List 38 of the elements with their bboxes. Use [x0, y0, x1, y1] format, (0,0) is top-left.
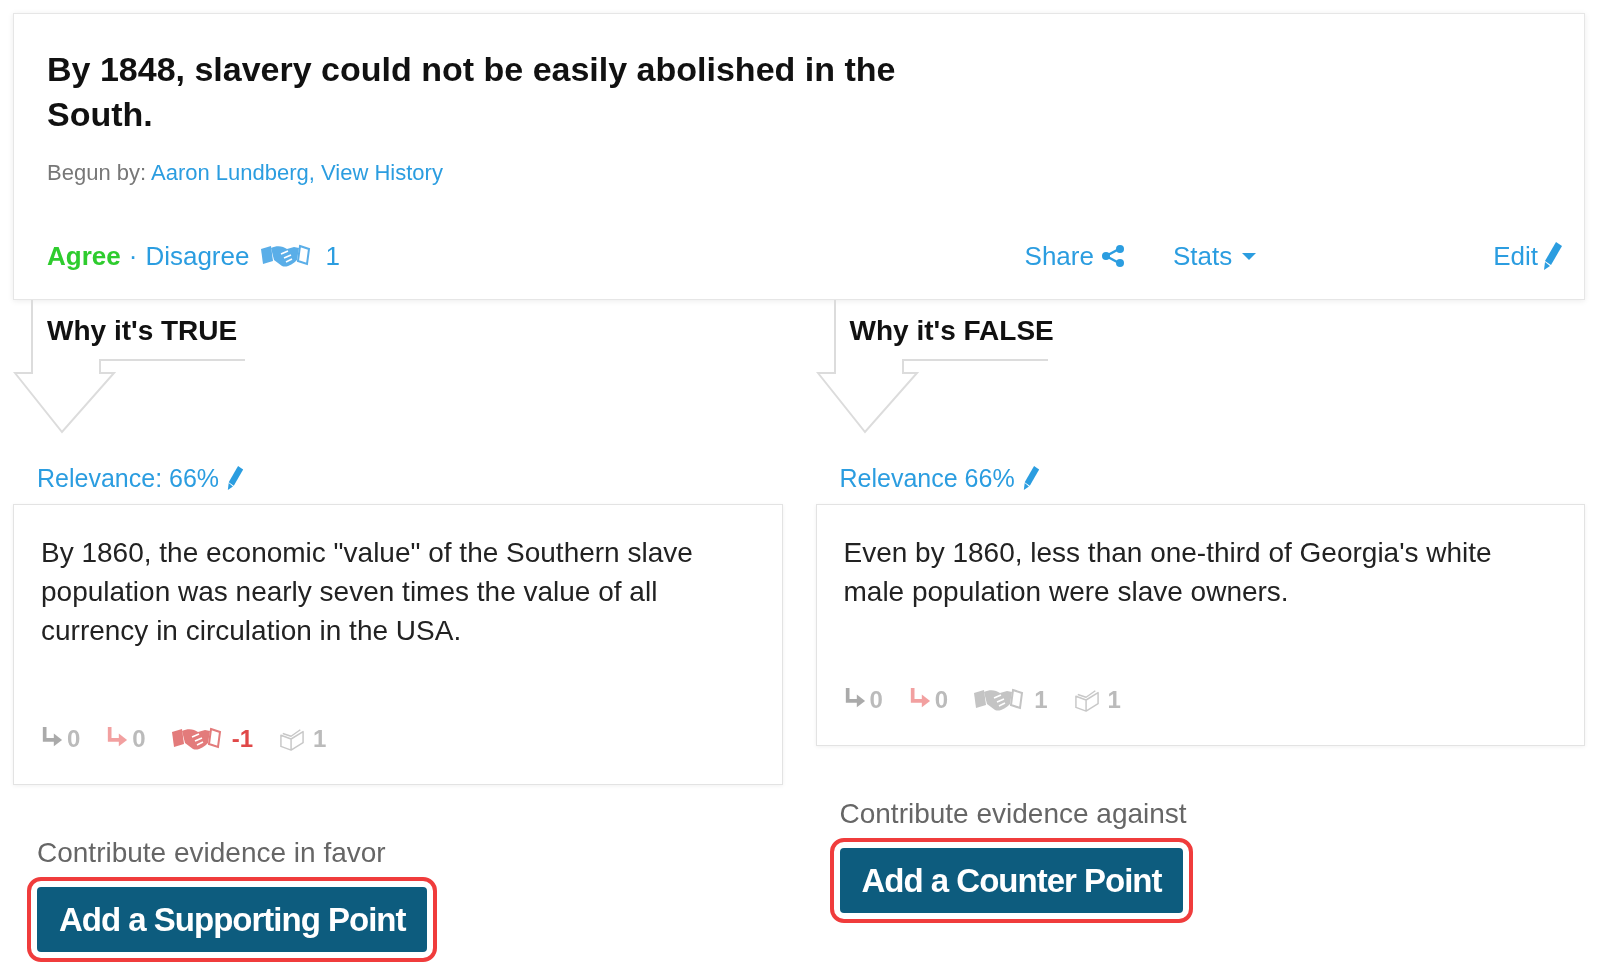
contribute-prompt: Contribute evidence in favor	[37, 836, 387, 870]
handshake-icon	[261, 243, 312, 269]
relevance-link[interactable]: Relevance: 66%	[37, 462, 220, 494]
vote-link[interactable]: Disagree	[145, 238, 250, 274]
stat-count: 1	[313, 724, 327, 754]
column-heading: Why it's FALSE	[849, 314, 1054, 348]
begun-by-label: Begun by:	[47, 160, 147, 185]
vote-link[interactable]: Agree	[47, 238, 121, 274]
stat-count: 1	[1107, 685, 1121, 715]
separator-dot: ·	[128, 240, 138, 273]
pencil-icon	[1022, 465, 1040, 491]
stat-count: 0	[934, 685, 949, 715]
column-heading: Why it's TRUE	[47, 314, 238, 348]
edit-link[interactable]: Edit	[1493, 238, 1563, 274]
open-book-icon	[1073, 688, 1100, 712]
stat-count: -1	[231, 724, 254, 754]
share-icon	[1100, 244, 1125, 268]
comma-separator: ,	[308, 160, 315, 185]
add-point-button[interactable]: Add a Supporting Point	[37, 887, 428, 952]
stat-count: 0	[869, 685, 883, 715]
author-link[interactable]: Aaron Lundberg	[151, 160, 309, 185]
view-history-link[interactable]: View History	[321, 160, 443, 185]
pencil-icon	[1543, 241, 1563, 271]
relevance-link[interactable]: Relevance 66%	[839, 462, 1015, 494]
add-point-button[interactable]: Add a Counter Point	[839, 848, 1184, 913]
pencil-icon	[227, 465, 245, 491]
agreement-count: 1	[325, 240, 340, 273]
point-text: Even by 1860, less than one-third of Georgia's white male population were slave owners.	[843, 536, 1493, 609]
claim-title: By 1848, slavery could not be easily abolished in the South.	[47, 49, 897, 135]
stat-count: 0	[67, 724, 81, 754]
caret-icon	[1242, 252, 1257, 260]
stats-dropdown[interactable]: Stats	[1172, 238, 1257, 274]
point-text: By 1860, the economic "value" of the Southern slave population was nearly seven times the value of all currency in circulation in the USA.	[41, 536, 694, 648]
stat-count: 0	[132, 724, 146, 754]
share-link[interactable]: Share	[1024, 238, 1125, 274]
contribute-prompt: Contribute evidence against	[839, 797, 1188, 831]
open-book-icon	[279, 727, 306, 751]
stat-count: 1	[1034, 685, 1048, 715]
